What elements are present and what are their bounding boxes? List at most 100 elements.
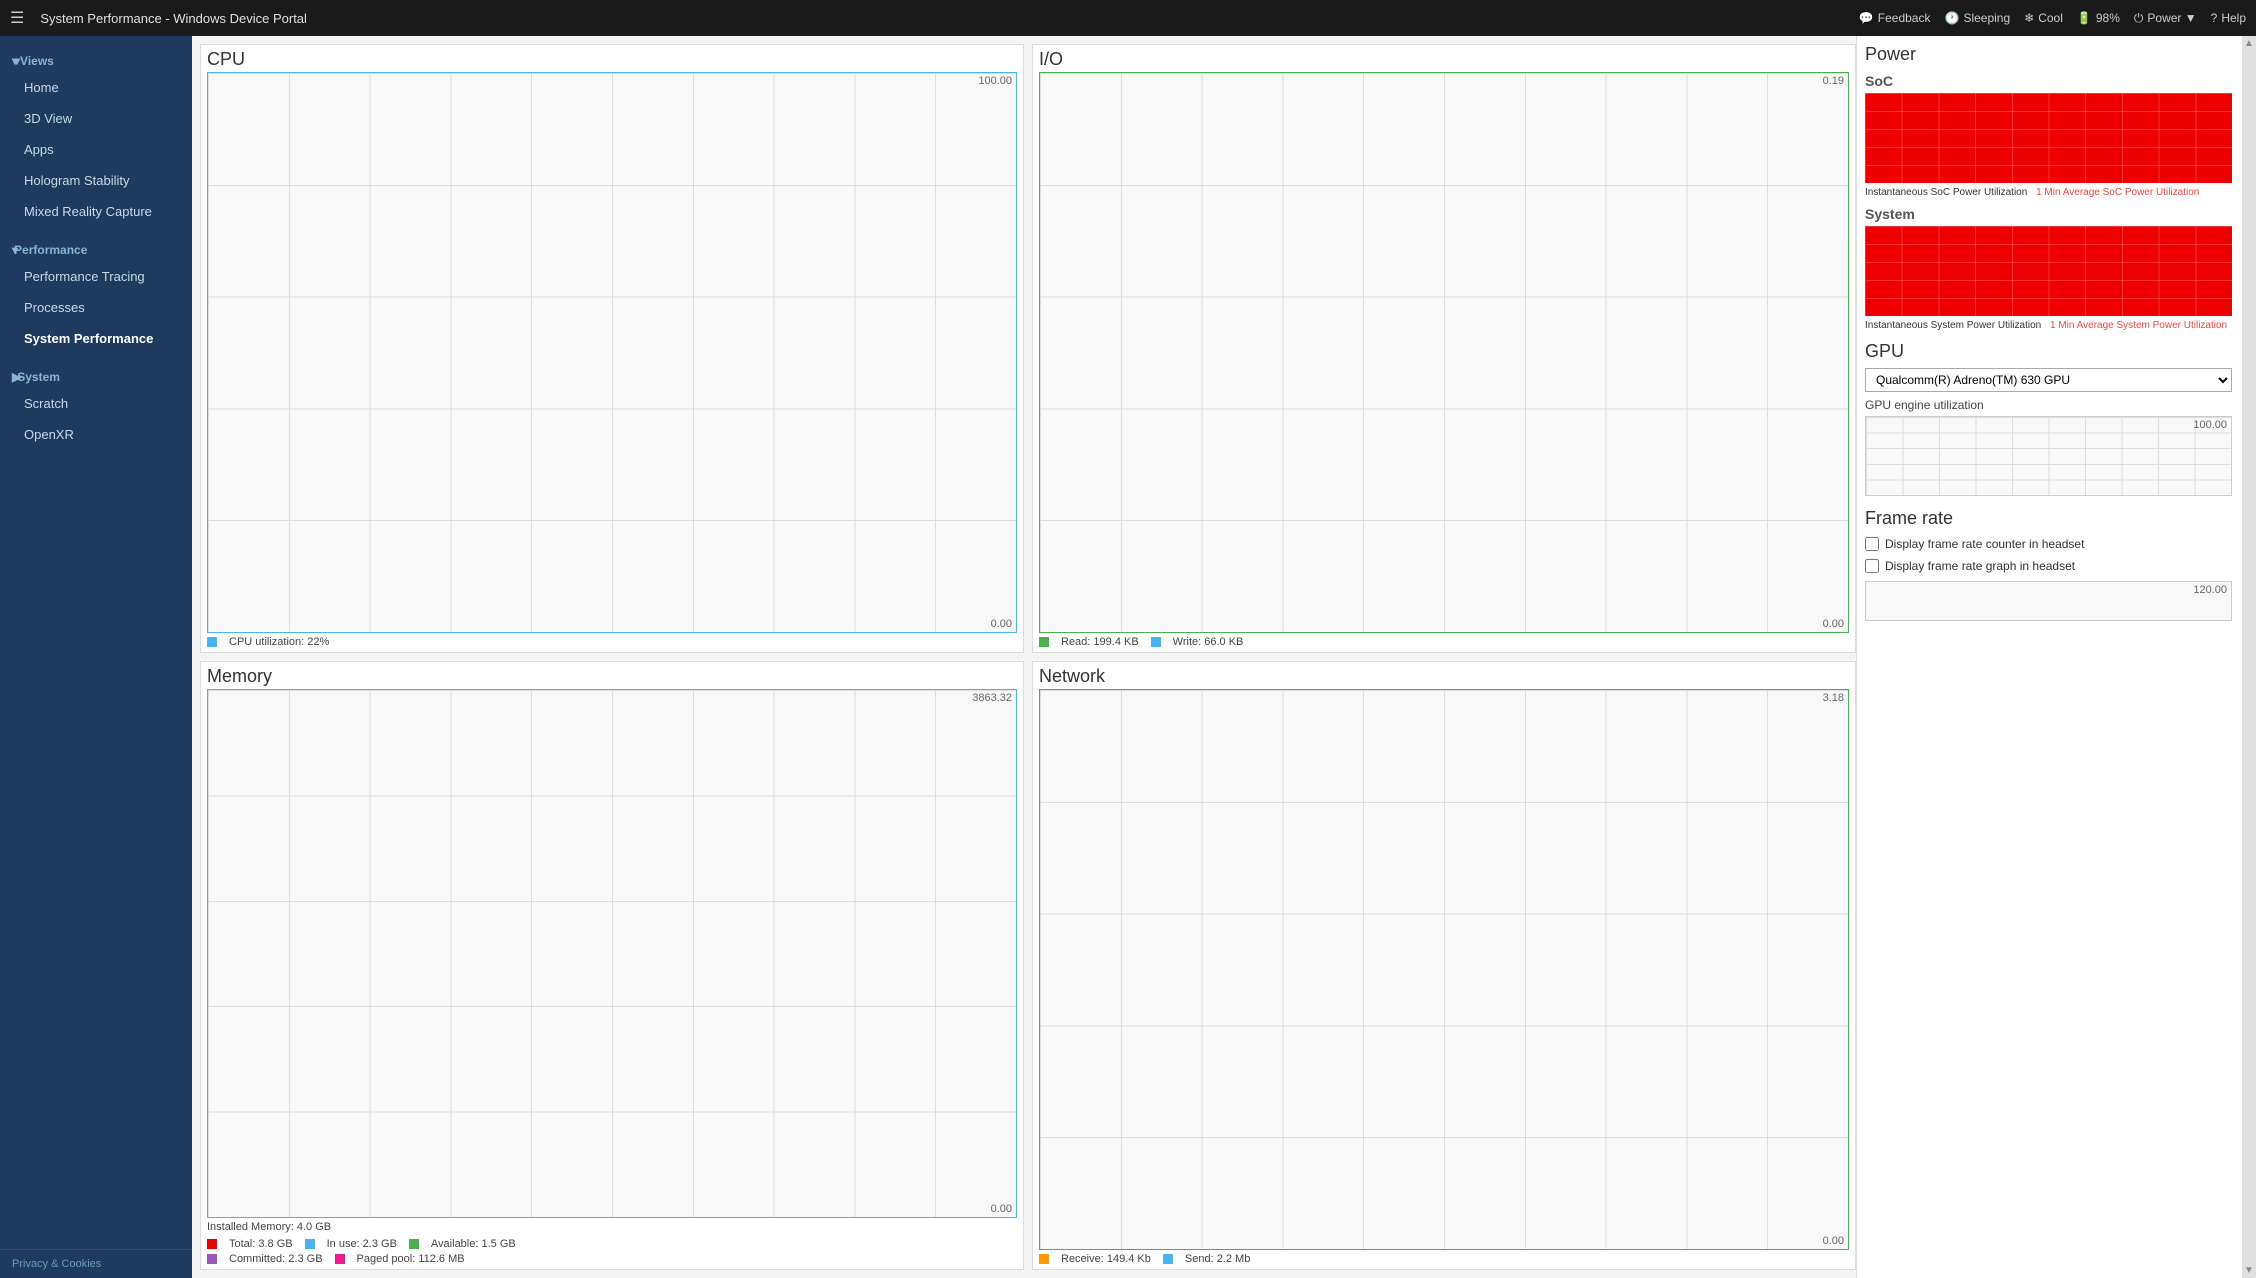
right-scrollbar: ▲ ▼ xyxy=(2242,36,2256,1278)
io-read-dot xyxy=(1039,637,1049,647)
soc-chart-grid xyxy=(1865,93,2232,183)
gpu-engine-label: GPU engine utilization xyxy=(1865,398,2232,412)
sidebar-item-apps[interactable]: Apps xyxy=(0,134,192,165)
framerate-title: Frame rate xyxy=(1865,508,2232,529)
memory-legend2: Committed: 2.3 GB Paged pool: 112.6 MB xyxy=(207,1253,1017,1265)
feedback-button[interactable]: 💬 Feedback xyxy=(1859,11,1931,25)
framerate-counter-row: Display frame rate counter in headset xyxy=(1865,537,2232,551)
sidebar-item-scratch[interactable]: Scratch xyxy=(0,388,192,419)
cpu-legend: CPU utilization: 22% xyxy=(207,636,1017,648)
io-write-label: Write: 66.0 KB xyxy=(1173,636,1244,648)
scroll-up-icon[interactable]: ▲ xyxy=(2244,38,2254,49)
sidebar-item-home[interactable]: Home xyxy=(0,72,192,103)
network-min-label: 0.00 xyxy=(1823,1235,1844,1247)
net-send-dot xyxy=(1163,1254,1173,1264)
mem-paged-label: Paged pool: 112.6 MB xyxy=(357,1253,465,1265)
menu-icon[interactable]: ☰ xyxy=(10,8,24,28)
sidebar-item-hologram-stability[interactable]: Hologram Stability xyxy=(0,165,192,196)
sidebar-item-3dview[interactable]: 3D View xyxy=(0,103,192,134)
gpu-title: GPU xyxy=(1865,341,2232,362)
content-area: CPU 100.00 0.00 CPU utilization: 22% I/O… xyxy=(192,36,2256,1278)
framerate-counter-checkbox[interactable] xyxy=(1865,537,1879,551)
topbar: ☰ System Performance - Windows Device Po… xyxy=(0,0,2256,36)
help-button[interactable]: ? Help xyxy=(2211,11,2246,25)
sidebar-item-processes[interactable]: Processes xyxy=(0,292,192,323)
sidebar-item-mixed-reality[interactable]: Mixed Reality Capture xyxy=(0,196,192,227)
mem-inuse-dot xyxy=(305,1239,315,1249)
sleeping-button[interactable]: 🕐 Sleeping xyxy=(1944,11,2010,25)
right-panel: ▲ ▼ Power SoC Instantaneous SoC Power Ut… xyxy=(1856,36,2256,1278)
top-chart-row: CPU 100.00 0.00 CPU utilization: 22% I/O… xyxy=(200,44,1856,653)
system-power-label: System xyxy=(1865,206,2232,222)
memory-min-label: 0.00 xyxy=(991,1203,1012,1215)
sidebar-item-openxr[interactable]: OpenXR xyxy=(0,419,192,450)
soc-power-legend: Instantaneous SoC Power Utilization 1 Mi… xyxy=(1865,187,2232,198)
battery-button[interactable]: 🔋 98% xyxy=(2077,11,2120,25)
system-chart-grid xyxy=(1865,226,2232,316)
cpu-chart-area: 100.00 0.00 xyxy=(207,72,1017,633)
mem-avail-label: Available: 1.5 GB xyxy=(431,1238,516,1250)
soc-label: SoC xyxy=(1865,73,2232,89)
power-button[interactable]: ⏻ Power ▼ xyxy=(2134,11,2197,26)
system-power-legend: Instantaneous System Power Utilization 1… xyxy=(1865,320,2232,331)
io-max-label: 0.19 xyxy=(1823,75,1844,87)
framerate-graph-label: Display frame rate graph in headset xyxy=(1885,559,2075,573)
cpu-min-label: 0.00 xyxy=(991,618,1012,630)
cpu-legend-text: CPU utilization: 22% xyxy=(229,636,329,648)
main-charts-panels: CPU 100.00 0.00 CPU utilization: 22% I/O… xyxy=(192,36,1856,1278)
cpu-panel: CPU 100.00 0.00 CPU utilization: 22% xyxy=(200,44,1024,653)
memory-legend: Total: 3.8 GB In use: 2.3 GB Available: … xyxy=(207,1238,1017,1250)
gpu-max-label: 100.00 xyxy=(2193,419,2227,431)
gpu-select[interactable]: Qualcomm(R) Adreno(TM) 630 GPU xyxy=(1865,368,2232,392)
sidebar: ▾ ▾Views Home 3D View Apps Hologram Stab… xyxy=(0,36,192,1278)
soc-power-chart xyxy=(1865,93,2232,183)
sleeping-icon: 🕐 xyxy=(1944,11,1959,25)
mem-total-label: Total: 3.8 GB xyxy=(229,1238,293,1250)
mem-total-dot xyxy=(207,1239,217,1249)
feedback-icon: 💬 xyxy=(1859,11,1874,25)
cpu-legend-dot xyxy=(207,637,217,647)
io-title: I/O xyxy=(1039,49,1849,70)
framerate-graph-row: Display frame rate graph in headset xyxy=(1865,559,2232,573)
mem-commit-dot xyxy=(207,1254,217,1264)
battery-icon: 🔋 xyxy=(2077,11,2092,25)
io-panel: I/O 0.19 0.00 Read: 199.4 KB Write: 66.0… xyxy=(1032,44,1856,653)
privacy-cookies-link[interactable]: Privacy & Cookies xyxy=(0,1249,192,1278)
network-title: Network xyxy=(1039,666,1849,687)
network-chart-area: 3.18 0.00 xyxy=(1039,689,1849,1250)
cool-button[interactable]: ❄ Cool xyxy=(2024,11,2063,25)
memory-installed: Installed Memory: 4.0 GB xyxy=(207,1221,1017,1233)
io-read-label: Read: 199.4 KB xyxy=(1061,636,1139,648)
scroll-down-icon[interactable]: ▼ xyxy=(2244,1265,2254,1276)
io-legend: Read: 199.4 KB Write: 66.0 KB xyxy=(1039,636,1849,648)
network-legend: Receive: 149.4 Kb Send: 2.2 Mb xyxy=(1039,1253,1849,1265)
framerate-counter-label: Display frame rate counter in headset xyxy=(1885,537,2084,551)
system-power-chart xyxy=(1865,226,2232,316)
sidebar-item-performance-tracing[interactable]: Performance Tracing xyxy=(0,261,192,292)
power-icon: ⏻ xyxy=(2134,11,2144,26)
framerate-graph-checkbox[interactable] xyxy=(1865,559,1879,573)
memory-title: Memory xyxy=(207,666,1017,687)
main-layout: ▾ ▾Views Home 3D View Apps Hologram Stab… xyxy=(0,36,2256,1278)
net-receive-dot xyxy=(1039,1254,1049,1264)
power-title: Power xyxy=(1865,44,2232,65)
cpu-max-label: 100.00 xyxy=(978,75,1012,87)
io-chart-area: 0.19 0.00 xyxy=(1039,72,1849,633)
mem-commit-label: Committed: 2.3 GB xyxy=(229,1253,323,1265)
net-receive-label: Receive: 149.4 Kb xyxy=(1061,1253,1151,1265)
mem-avail-dot xyxy=(409,1239,419,1249)
cool-icon: ❄ xyxy=(2024,11,2034,25)
io-write-dot xyxy=(1151,637,1161,647)
page-title: System Performance - Windows Device Port… xyxy=(40,11,1842,26)
network-max-label: 3.18 xyxy=(1823,692,1844,704)
sidebar-nav: ▾ ▾Views Home 3D View Apps Hologram Stab… xyxy=(0,36,192,458)
mem-inuse-label: In use: 2.3 GB xyxy=(327,1238,397,1250)
gpu-section: GPU Qualcomm(R) Adreno(TM) 630 GPU GPU e… xyxy=(1865,341,2232,496)
network-panel: Network 3.18 0.00 Receive: 149.4 Kb Send… xyxy=(1032,661,1856,1270)
sidebar-views-section[interactable]: ▾ ▾Views xyxy=(0,44,192,72)
help-icon: ? xyxy=(2211,11,2218,25)
sidebar-system-section[interactable]: ▶ System xyxy=(0,360,192,388)
framerate-chart-area: 120.00 xyxy=(1865,581,2232,621)
sidebar-performance-section[interactable]: ▾ Performance xyxy=(0,233,192,261)
sidebar-item-system-performance[interactable]: System Performance xyxy=(0,323,192,354)
